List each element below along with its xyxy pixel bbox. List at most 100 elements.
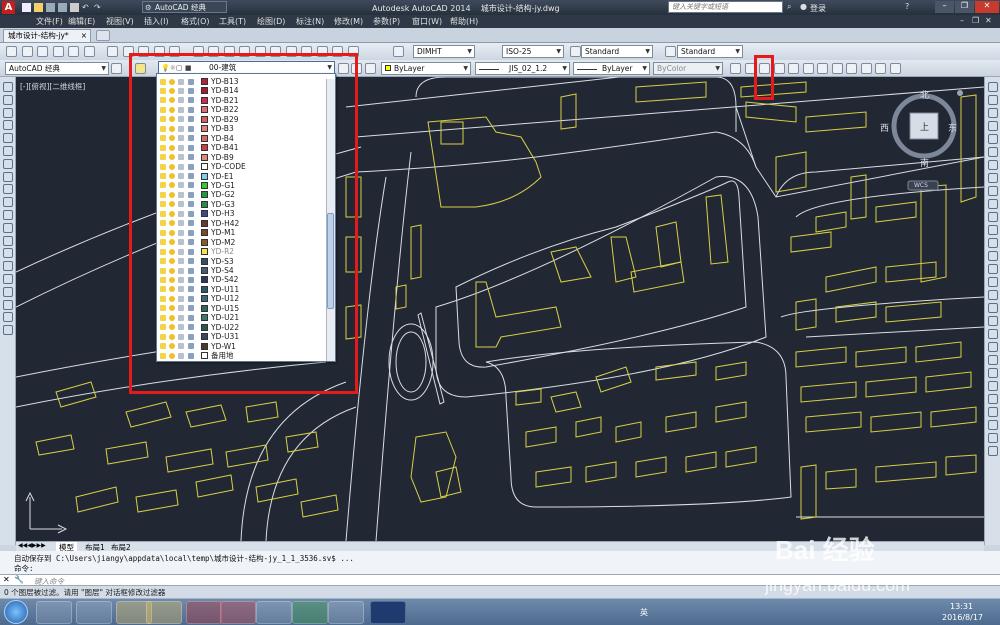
dim-ordinate-icon[interactable]	[988, 342, 998, 352]
region-icon[interactable]	[3, 286, 13, 297]
trim-icon[interactable]	[988, 199, 998, 209]
layer-isolate-icon[interactable]	[846, 63, 857, 74]
ellipse-arc-icon[interactable]	[3, 210, 13, 220]
compass-east[interactable]: 东	[948, 121, 957, 134]
table-icon[interactable]	[3, 299, 13, 310]
start-button[interactable]	[4, 600, 28, 624]
line-icon[interactable]	[3, 82, 13, 92]
preview-icon[interactable]	[68, 46, 79, 57]
iso-combo[interactable]: ISO-25 ▼	[502, 45, 564, 58]
menu-view[interactable]: 视图(V)	[106, 16, 134, 27]
continue-icon[interactable]	[988, 420, 998, 430]
hatch-icon[interactable]	[3, 261, 13, 272]
menu-edit[interactable]: 编辑(E)	[68, 16, 95, 27]
publish-icon[interactable]	[83, 46, 95, 57]
layer-delete-icon[interactable]	[889, 63, 901, 74]
dimstyle-manager-icon[interactable]	[393, 46, 404, 57]
taskbar-player-icon[interactable]	[76, 601, 112, 624]
taskbar-photoshop-icon[interactable]	[370, 601, 406, 624]
viewport-label[interactable]: [-][俯视][二维线框]	[20, 81, 85, 92]
taskbar-autocad-icon[interactable]	[186, 601, 222, 624]
cut-icon[interactable]	[107, 46, 118, 57]
linetype-combo[interactable]: JIS_02_1.2 ▼	[475, 62, 570, 75]
taskbar-qq-icon[interactable]	[256, 601, 292, 624]
menu-minimize-icon[interactable]: –	[960, 16, 964, 25]
close-cmd-icon[interactable]: ✕	[3, 575, 10, 584]
color-combo[interactable]: ByLayer ▼	[381, 62, 471, 75]
arc-icon[interactable]	[3, 146, 13, 156]
chamfer-icon[interactable]	[988, 264, 998, 274]
dim-diameter-icon[interactable]	[988, 368, 998, 378]
maximize-button[interactable]: ❐	[955, 1, 974, 13]
polyline-icon[interactable]	[3, 107, 13, 118]
layer-iso-icon[interactable]	[365, 63, 376, 74]
ime-indicator[interactable]: 英	[640, 607, 648, 618]
textstyle-manager-icon[interactable]	[570, 46, 581, 57]
saveas-icon[interactable]	[58, 3, 67, 12]
insert-block-icon[interactable]	[3, 222, 13, 233]
viewcube[interactable]: 北 南 东 西 上 WCS	[880, 88, 968, 198]
layer-previous2-icon[interactable]	[773, 63, 785, 74]
taskbar-ie-icon[interactable]	[36, 601, 72, 624]
scale-icon[interactable]	[988, 173, 998, 183]
undo-icon[interactable]: ↶	[82, 3, 91, 12]
add-selected-icon[interactable]	[3, 325, 13, 336]
compass-west[interactable]: 西	[880, 121, 889, 134]
search-input[interactable]: 键入关键字或短语	[668, 1, 783, 13]
layer-freeze-icon[interactable]	[788, 63, 799, 74]
erase-icon[interactable]	[988, 82, 998, 92]
menu-dimension[interactable]: 标注(N)	[296, 16, 324, 27]
taskbar-folder-icon[interactable]	[146, 601, 182, 624]
tolerance-icon[interactable]	[988, 433, 998, 443]
taskbar-wps-icon[interactable]	[220, 601, 256, 624]
layer-off-icon[interactable]	[802, 63, 814, 74]
workspace-settings-icon[interactable]	[111, 63, 122, 74]
open-icon[interactable]	[21, 46, 33, 57]
user-icon[interactable]: ●	[800, 2, 807, 11]
menu-help[interactable]: 帮助(H)	[450, 16, 478, 27]
rectangle-icon[interactable]	[3, 133, 13, 144]
menu-insert[interactable]: 插入(I)	[144, 16, 169, 27]
fillet-icon[interactable]	[988, 277, 998, 287]
taskbar-window-icon[interactable]	[328, 601, 364, 624]
polygon-icon[interactable]	[3, 120, 13, 131]
workspace-combo[interactable]: AutoCAD 经典 ▼	[5, 62, 109, 75]
dim-radius-icon[interactable]	[988, 355, 998, 365]
copy-object-icon[interactable]	[988, 95, 998, 105]
menu-file[interactable]: 文件(F)	[36, 16, 63, 27]
layer-merge-icon[interactable]	[875, 63, 886, 74]
viewcube-top-face[interactable]: 上	[920, 120, 929, 133]
workspace-selector[interactable]: AutoCAD 经典 ⚙	[142, 1, 227, 13]
gradient-icon[interactable]	[3, 274, 13, 284]
menu-close-icon[interactable]: ✕	[985, 16, 992, 25]
autocad-logo[interactable]: A	[2, 1, 15, 14]
baseline-icon[interactable]	[988, 407, 998, 417]
menu-window[interactable]: 窗口(W)	[412, 16, 442, 27]
menu-tools[interactable]: 工具(T)	[219, 16, 246, 27]
menu-modify[interactable]: 修改(M)	[334, 16, 363, 27]
redo-icon[interactable]: ↷	[94, 3, 103, 12]
tablestyle-manager-icon[interactable]	[665, 46, 676, 57]
break-icon[interactable]	[988, 238, 998, 248]
compass-north[interactable]: 北	[920, 88, 929, 101]
mirror-icon[interactable]	[988, 108, 998, 118]
dim-arc-icon[interactable]	[988, 329, 998, 339]
print-icon[interactable]	[52, 46, 64, 57]
make-block-icon[interactable]	[3, 235, 13, 246]
close-button[interactable]: ✕	[975, 1, 999, 13]
help-icon[interactable]: ?	[905, 2, 909, 11]
tab-nav-icons[interactable]: ◀◀◀▶▶▶	[18, 542, 46, 549]
compass-south[interactable]: 南	[920, 156, 929, 169]
quick-dim-icon[interactable]	[988, 394, 998, 404]
menu-parametric[interactable]: 参数(P)	[373, 16, 400, 27]
join-icon[interactable]	[988, 251, 998, 261]
taskbar-wechat-icon[interactable]	[292, 601, 328, 624]
spline-icon[interactable]	[3, 184, 13, 195]
extend-icon[interactable]	[988, 212, 998, 222]
offset-icon[interactable]	[988, 121, 998, 131]
layer-lock-icon[interactable]	[817, 63, 828, 74]
qnew-icon[interactable]	[6, 46, 17, 57]
mtext-icon[interactable]	[3, 312, 13, 323]
dim-aligned-icon[interactable]	[988, 316, 998, 326]
dim-angular-icon[interactable]	[988, 381, 998, 391]
